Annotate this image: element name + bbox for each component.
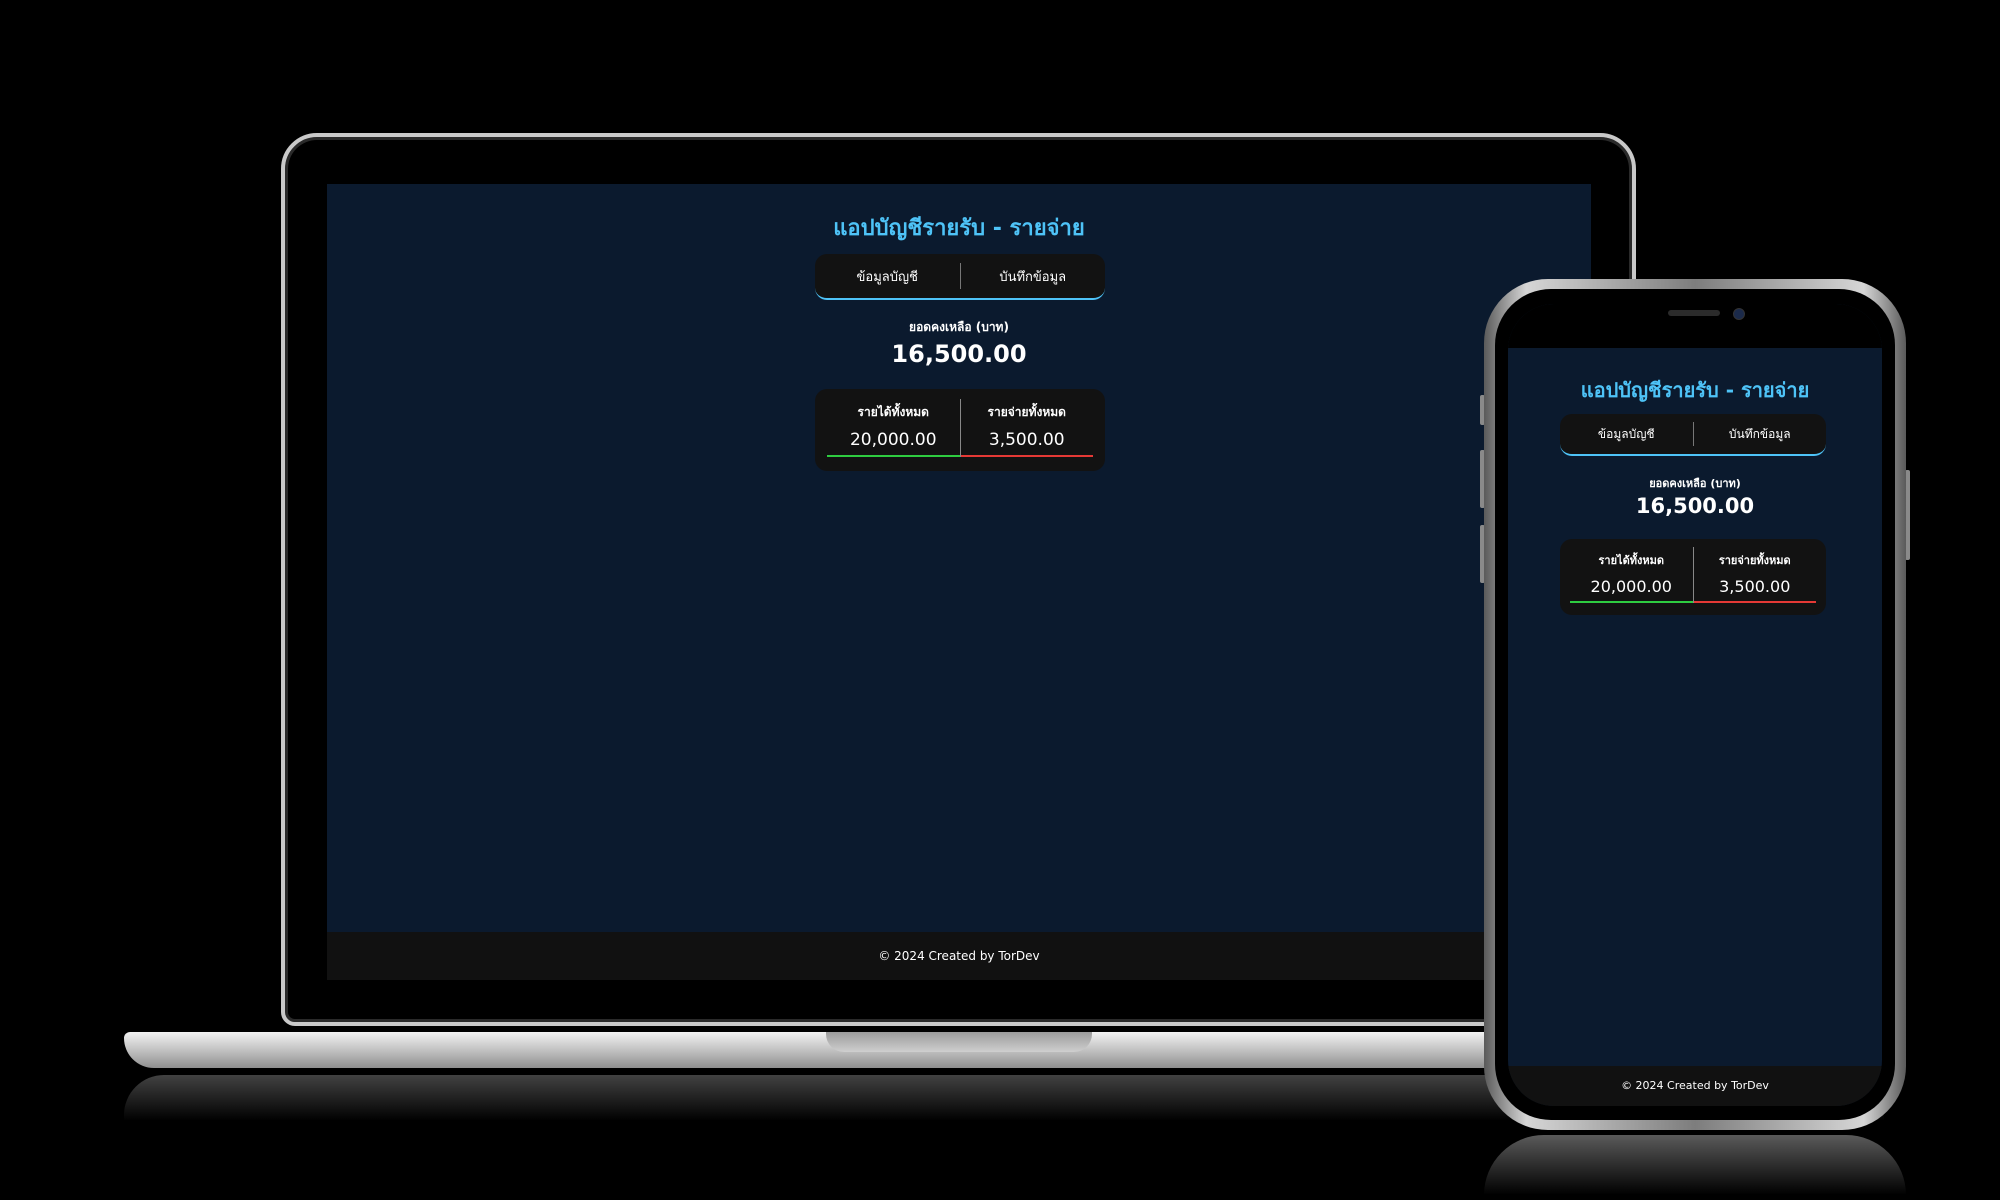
phone-reflection [1484, 1135, 1906, 1195]
footer: © 2024 Created by TorDev [1508, 1066, 1882, 1106]
expense-value: 3,500.00 [1719, 577, 1791, 596]
summary-card: รายได้ทั้งหมด 20,000.00 รายจ่ายทั้งหมด 3… [1560, 539, 1826, 615]
tab-record-data[interactable]: บันทึกข้อมูล [961, 266, 1106, 287]
page-title: แอปบัญชีรายรับ - รายจ่าย [833, 216, 1085, 241]
income-column: รายได้ทั้งหมด 20,000.00 [1570, 547, 1693, 603]
summary-card: รายได้ทั้งหมด 20,000.00 รายจ่ายทั้งหมด 3… [815, 389, 1105, 471]
mockup-stage: แอปบัญชีรายรับ - รายจ่าย ข้อมูลบัญชี บัน… [0, 0, 2000, 1200]
tab-record-data[interactable]: บันทึกข้อมูล [1694, 425, 1827, 444]
tab-bar: ข้อมูลบัญชี บันทึกข้อมูล [1560, 414, 1826, 456]
laptop-hinge-notch [826, 1032, 1092, 1052]
tab-account-info[interactable]: ข้อมูลบัญชี [1560, 425, 1693, 444]
balance-value: 16,500.00 [1635, 494, 1755, 518]
phone-screen: แอปบัญชีรายรับ - รายจ่าย ข้อมูลบัญชี บัน… [1508, 304, 1882, 1106]
expense-label: รายจ่ายทั้งหมด [1718, 554, 1791, 567]
balance-value: 16,500.00 [891, 340, 1027, 368]
income-value: 20,000.00 [1590, 577, 1672, 596]
tab-bar: ข้อมูลบัญชี บันทึกข้อมูล [815, 254, 1105, 300]
income-value: 20,000.00 [849, 430, 937, 450]
phone-camera-icon [1733, 308, 1745, 320]
phone-notch [1591, 302, 1799, 334]
expense-value: 3,500.00 [988, 430, 1065, 450]
balance-label: ยอดคงเหลือ (บาท) [909, 320, 1009, 334]
footer: © 2024 Created by TorDev [327, 932, 1591, 980]
phone-speaker-icon [1668, 310, 1720, 316]
income-label: รายได้ทั้งหมด [1598, 554, 1664, 567]
expense-column: รายจ่ายทั้งหมด 3,500.00 [1693, 547, 1816, 603]
income-column: รายได้ทั้งหมด 20,000.00 [827, 399, 960, 457]
expense-label: รายจ่ายทั้งหมด [987, 405, 1066, 419]
expense-column: รายจ่ายทั้งหมด 3,500.00 [960, 399, 1093, 457]
income-label: รายได้ทั้งหมด [857, 405, 929, 419]
page-title: แอปบัญชีรายรับ - รายจ่าย [1580, 378, 1810, 402]
balance-label: ยอดคงเหลือ (บาท) [1649, 477, 1741, 490]
tab-account-info[interactable]: ข้อมูลบัญชี [815, 266, 960, 287]
laptop-screen: แอปบัญชีรายรับ - รายจ่าย ข้อมูลบัญชี บัน… [327, 184, 1591, 980]
